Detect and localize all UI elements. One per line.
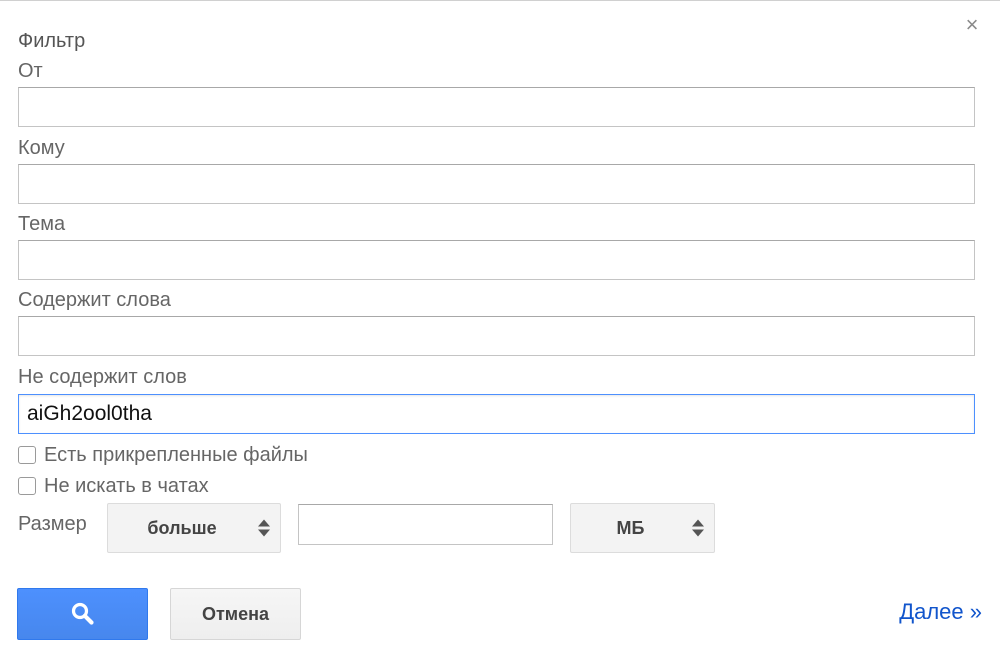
has-words-label: Содержит слова: [18, 289, 171, 311]
doesnt-have-label: Не содержит слов: [18, 366, 187, 388]
has-words-input[interactable]: [18, 316, 975, 356]
dont-search-chats-checkbox[interactable]: [18, 477, 36, 495]
size-unit-value: МБ: [616, 517, 645, 538]
search-icon: [71, 602, 94, 625]
dialog-title: Фильтр: [18, 30, 86, 52]
size-value-input[interactable]: [298, 504, 553, 545]
from-input[interactable]: [18, 87, 975, 127]
close-icon[interactable]: ×: [962, 14, 982, 36]
to-input[interactable]: [18, 164, 975, 204]
has-attachment-row[interactable]: Есть прикрепленные файлы: [18, 443, 308, 467]
dont-search-chats-row[interactable]: Не искать в чатах: [18, 474, 209, 498]
subject-label: Тема: [18, 213, 66, 235]
updown-icon: [258, 519, 270, 537]
subject-input[interactable]: [18, 240, 975, 280]
doesnt-have-input[interactable]: [18, 394, 975, 434]
size-operator-value: больше: [147, 517, 217, 538]
from-label: От: [18, 60, 43, 82]
dont-search-chats-label: Не искать в чатах: [44, 474, 209, 497]
next-link[interactable]: Далее »: [899, 599, 982, 625]
size-unit-select[interactable]: МБ: [570, 503, 715, 553]
size-label: Размер: [18, 513, 87, 535]
has-attachment-checkbox[interactable]: [18, 446, 36, 464]
search-button[interactable]: [17, 588, 148, 640]
to-label: Кому: [18, 137, 65, 159]
has-attachment-label: Есть прикрепленные файлы: [44, 443, 308, 466]
size-operator-select[interactable]: больше: [107, 503, 281, 553]
updown-icon: [692, 519, 704, 537]
top-divider: [0, 0, 1000, 1]
cancel-button[interactable]: Отмена: [170, 588, 301, 640]
